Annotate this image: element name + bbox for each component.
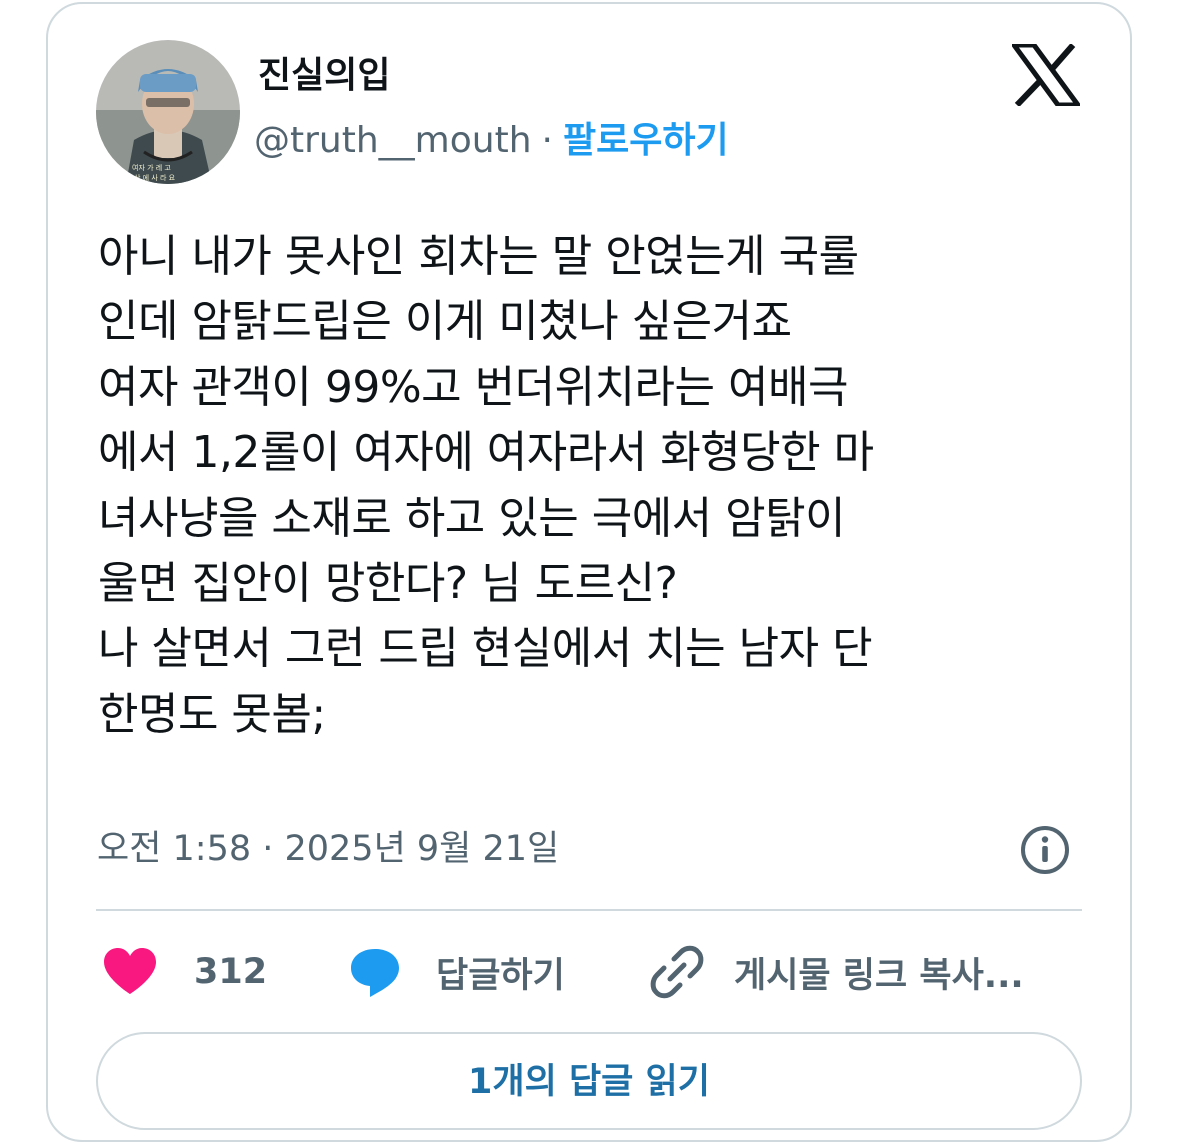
divider [96,909,1082,911]
read-replies-label: 1개의 답글 읽기 [468,1061,710,1102]
separator-dot: · [541,120,553,161]
reply-label: 답글하기 [436,955,565,996]
copy-link-label: 게시물 링크 복사... [734,955,1024,996]
copy-link-button[interactable]: 게시물 링크 복사... [650,942,1024,1002]
like-count: 312 [194,952,268,992]
tweet-line: 에서 1,2롤이 여자에 여자라서 화형당한 마 [98,427,874,479]
tweet-line: 녀사냥을 소재로 하고 있는 극에서 암탉이 [98,492,846,544]
author-display-name[interactable]: 진실의입 [258,52,390,100]
author-handle[interactable]: @truth__mouth [254,120,532,161]
avatar-image: 여자 가 레 고 삼 에 사 라 요 [96,40,240,184]
tweet-timestamp[interactable]: 오전 1:58 · 2025년 9월 21일 [97,824,559,874]
like-button[interactable]: 312 [102,942,267,1002]
avatar-caption-1: 여자 가 레 고 [132,163,171,172]
tweet-text: 아니 내가 못사인 회차는 말 안얹는게 국룰 인데 암탉드립은 이게 미쳤나 … [98,224,1098,747]
x-logo-icon[interactable] [1012,44,1080,106]
tweet-line: 나 살면서 그런 드립 현실에서 치는 남자 단 [98,623,873,675]
speech-bubble-icon [351,949,399,997]
link-icon [650,945,704,999]
reply-button[interactable]: 답글하기 [348,942,565,1002]
heart-icon [104,948,156,994]
author-handle-row: @truth__mouth · 팔로우하기 [254,115,729,167]
info-icon[interactable] [1019,824,1071,876]
tweet-line: 한명도 못봄; [98,688,326,740]
follow-button[interactable]: 팔로우하기 [563,120,729,161]
tweet-line: 울면 집안이 망한다? 님 도르신? [98,558,678,610]
read-replies-button[interactable]: 1개의 답글 읽기 [96,1032,1082,1130]
tweet-line: 아니 내가 못사인 회차는 말 안얹는게 국룰 [98,231,859,282]
tweet-line: 여자 관객이 99%고 번더위치라는 여배극 [98,361,848,413]
avatar[interactable]: 여자 가 레 고 삼 에 사 라 요 [96,40,240,184]
tweet-line: 인데 암탉드립은 이게 미쳤나 싶은거죠 [98,296,792,348]
